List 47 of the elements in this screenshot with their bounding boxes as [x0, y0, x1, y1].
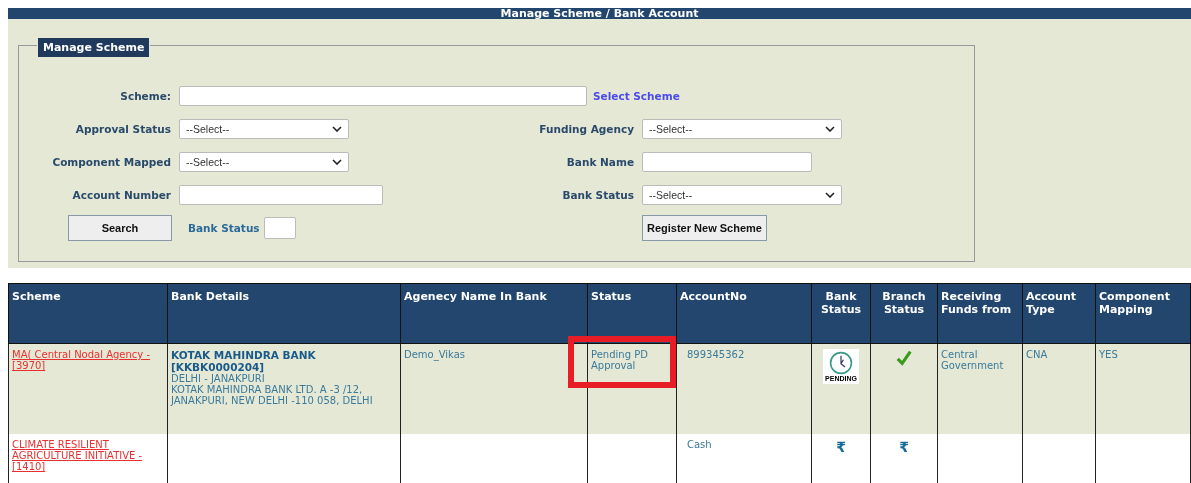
table-cell: 899345362 — [687, 349, 745, 360]
field-label: Component Mapped — [51, 156, 172, 168]
dropdown[interactable]: --Select-- — [179, 152, 349, 172]
chevron-icon — [332, 159, 342, 165]
register-button[interactable]: Register New Scheme — [642, 215, 767, 241]
table-cell: Cash — [687, 439, 712, 450]
field-label: Bank Status — [561, 189, 635, 201]
rupee-icon[interactable]: ₹ — [836, 439, 846, 455]
table-cell: YES — [1099, 349, 1118, 360]
bank-name: KOTAK MAHINDRA BANK [KKBK0000204] — [171, 349, 317, 373]
column-header: Branch Status — [870, 283, 938, 344]
dropdown[interactable]: --Select-- — [642, 119, 842, 139]
chevron-icon — [332, 126, 342, 132]
column-header: Receiving Funds from — [937, 283, 1023, 344]
column-header: AccountNo — [676, 283, 812, 344]
legend-title: Manage Scheme — [37, 37, 151, 58]
select-scheme-link[interactable]: Select Scheme — [593, 90, 680, 102]
table-cell: Demo_Vikas — [404, 349, 466, 360]
scheme-link[interactable]: CLIMATE RESILIENT AGRICULTURE INITIATIVE - [1410] — [12, 439, 164, 472]
table-cell: Central Government — [941, 349, 1004, 371]
rupee-icon[interactable]: ₹ — [899, 439, 909, 455]
status-text: Pending PD Approval — [591, 349, 648, 371]
page-title: Manage Scheme / Bank Account — [500, 8, 699, 19]
field-label: Scheme: — [119, 90, 172, 102]
dropdown[interactable]: --Select-- — [642, 185, 842, 205]
column-header: Agenecy Name In Bank — [400, 283, 588, 344]
column-header: Scheme — [8, 283, 168, 344]
input-field[interactable] — [263, 217, 296, 239]
input-field[interactable] — [179, 185, 383, 205]
column-header: Component Mapping — [1095, 283, 1191, 344]
table-cell: CNA — [1026, 349, 1048, 360]
input-field[interactable] — [642, 152, 812, 172]
column-header: Bank Details — [167, 283, 401, 344]
field-label: Funding Agency — [538, 123, 635, 135]
chevron-icon — [825, 192, 835, 198]
bank-address: DELHI - JANAKPURI KOTAK MAHINDRA BANK LTD. A -3 /12, JANAKPURI, NEW DELHI -110 058, DELHI — [171, 373, 374, 406]
field-label: Bank Status — [188, 222, 260, 234]
field-label: Bank Name — [565, 156, 635, 168]
input-field[interactable] — [179, 86, 587, 106]
checkmark-icon — [895, 349, 913, 367]
dropdown[interactable]: --Select-- — [179, 119, 349, 139]
column-header: Account Type — [1022, 283, 1096, 344]
column-header: Bank Status — [811, 283, 871, 344]
chevron-icon — [825, 126, 835, 132]
field-label: Account Number — [71, 189, 172, 201]
search-button[interactable]: Search — [68, 215, 172, 241]
field-label: Approval Status — [74, 123, 172, 135]
